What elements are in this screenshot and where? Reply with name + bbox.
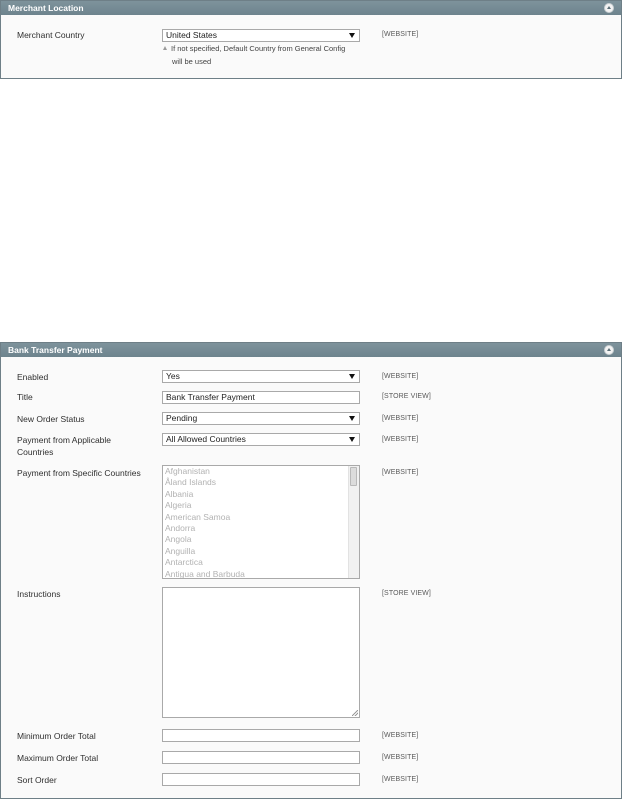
chevron-down-icon (349, 437, 355, 442)
sort-order-input[interactable] (162, 773, 360, 786)
scope-label: [STORE VIEW] (382, 393, 431, 400)
country-option[interactable]: Andorra (163, 523, 359, 534)
applicable-countries-select[interactable]: All Allowed Countries (162, 433, 360, 446)
instructions-label: Instructions (17, 589, 61, 599)
resize-handle-icon[interactable] (352, 710, 358, 716)
scope-label: [WEBSITE] (382, 415, 419, 422)
title-input[interactable]: Bank Transfer Payment (162, 391, 360, 404)
collapse-icon[interactable] (604, 345, 614, 355)
bank-transfer-header[interactable]: Bank Transfer Payment (1, 343, 621, 357)
merchant-country-label: Merchant Country (17, 30, 85, 40)
applicable-countries-value: All Allowed Countries (166, 434, 246, 444)
merchant-country-value: United States (166, 30, 218, 40)
scope-label: [STORE VIEW] (382, 590, 431, 597)
max-order-total-label: Maximum Order Total (17, 753, 99, 763)
new-order-status-label: New Order Status (17, 414, 85, 424)
min-order-total-label: Minimum Order Total (17, 731, 96, 741)
country-option[interactable]: Anguilla (163, 546, 359, 557)
country-option[interactable]: Afghanistan (163, 466, 359, 477)
chevron-down-icon (349, 374, 355, 379)
bank-transfer-panel: Bank Transfer Payment Enabled Yes [WEBSI… (0, 342, 622, 799)
instructions-textarea[interactable] (162, 587, 360, 718)
enabled-select[interactable]: Yes (162, 370, 360, 383)
multiselect-scrollbar[interactable] (348, 466, 359, 578)
merchant-location-title: Merchant Location (8, 3, 84, 13)
scope-label: [WEBSITE] (382, 776, 419, 783)
merchant-country-hint: If not specified, Default Country from G… (163, 42, 345, 55)
hint-arrow-icon (163, 46, 167, 50)
merchant-location-header[interactable]: Merchant Location (1, 1, 621, 15)
enabled-label: Enabled (17, 372, 49, 382)
country-option[interactable]: Angola (163, 534, 359, 545)
new-order-status-value: Pending (166, 413, 198, 423)
max-order-total-input[interactable] (162, 751, 360, 764)
new-order-status-select[interactable]: Pending (162, 412, 360, 425)
merchant-country-select[interactable]: United States (162, 29, 360, 42)
applicable-countries-label-line2: Countries (17, 447, 54, 457)
chevron-down-icon (349, 33, 355, 38)
country-option[interactable]: Åland Islands (163, 477, 359, 488)
country-option[interactable]: Algeria (163, 500, 359, 511)
applicable-countries-label: Payment from Applicable Countries (17, 434, 152, 458)
chevron-down-icon (349, 416, 355, 421)
enabled-value: Yes (166, 371, 180, 381)
scope-label: [WEBSITE] (382, 373, 419, 380)
country-option[interactable]: Antigua and Barbuda (163, 569, 359, 578)
scope-label: [WEBSITE] (382, 754, 419, 761)
applicable-countries-label-line1: Payment from Applicable (17, 435, 112, 445)
bank-transfer-title: Bank Transfer Payment (8, 345, 103, 355)
scope-label: [WEBSITE] (382, 436, 419, 443)
min-order-total-input[interactable] (162, 729, 360, 742)
country-option[interactable]: American Samoa (163, 512, 359, 523)
scope-label: [WEBSITE] (382, 732, 419, 739)
title-label: Title (17, 392, 33, 402)
specific-countries-label: Payment from Specific Countries (17, 468, 141, 478)
scope-label: [WEBSITE] (382, 31, 419, 38)
scrollbar-thumb[interactable] (350, 467, 357, 486)
hint-line-1: If not specified, Default Country from G… (171, 44, 346, 53)
country-option[interactable]: Albania (163, 489, 359, 500)
scope-label: [WEBSITE] (382, 469, 419, 476)
sort-order-label: Sort Order (17, 775, 57, 785)
country-option[interactable]: Antarctica (163, 557, 359, 568)
hint-line-2: will be used (172, 57, 212, 66)
specific-countries-multiselect[interactable]: Afghanistan Åland Islands Albania Algeri… (162, 465, 360, 579)
merchant-location-panel: Merchant Location Merchant Country Unite… (0, 0, 622, 79)
collapse-icon[interactable] (604, 3, 614, 13)
